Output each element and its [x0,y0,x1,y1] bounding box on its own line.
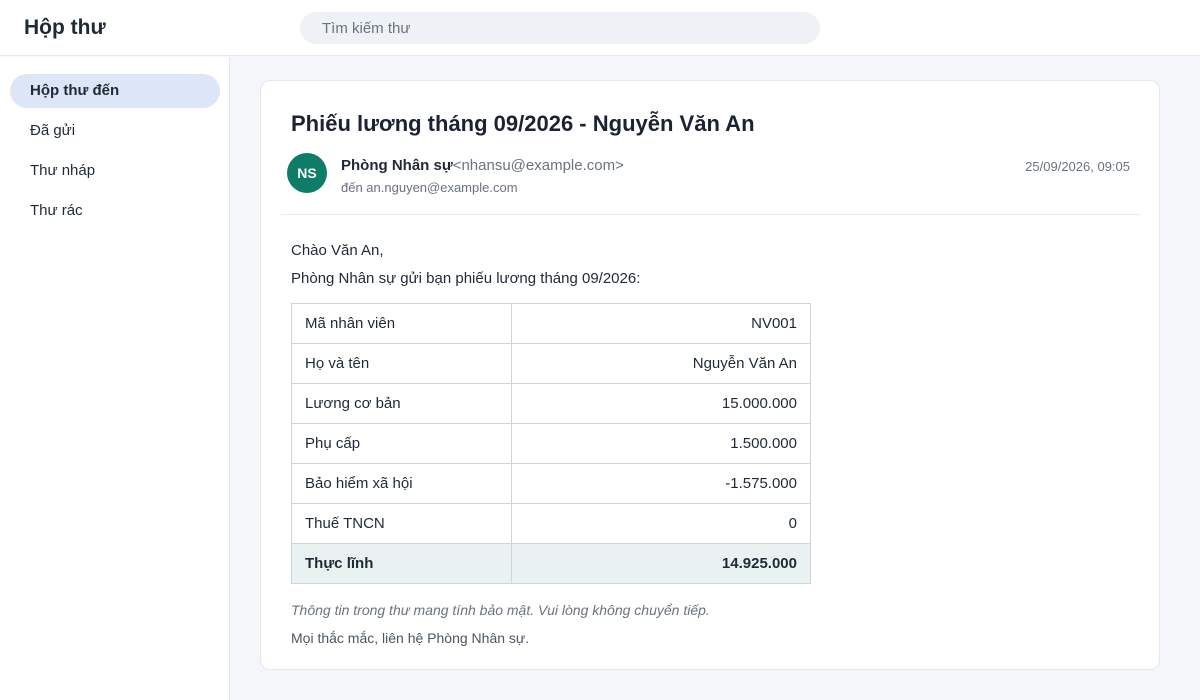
email-greeting: Chào Văn An, [291,242,384,259]
top-bar: Hộp thư [0,0,1200,56]
sender-email: <nhansu@example.com> [452,157,624,174]
table-row: Phụ cấp 1.500.000 [291,423,811,464]
sender-name[interactable]: Phòng Nhân sự [341,157,453,174]
sidebar-item-spam[interactable]: Thư rác [10,194,220,228]
email-date: 25/09/2026, 09:05 [1025,159,1130,174]
table-row: Bảo hiểm xã hội -1.575.000 [291,463,811,504]
search-input[interactable] [300,12,820,44]
payslip-value: -1.575.000 [511,463,811,504]
payslip-label: Mã nhân viên [291,303,512,344]
app-title: Hộp thư [24,16,106,39]
recipient-line: đến an.nguyen@example.com [341,180,518,195]
payslip-label: Thuế TNCN [291,503,512,544]
confidential-note: Thông tin trong thư mang tính bảo mật. V… [291,602,710,618]
table-row: Họ và tên Nguyễn Văn An [291,343,811,384]
payslip-label: Họ và tên [291,343,512,384]
payslip-value: 15.000.000 [511,383,811,424]
table-row: Mã nhân viên NV001 [291,303,811,344]
sidebar-item-drafts[interactable]: Thư nháp [10,154,220,188]
table-row: Lương cơ bản 15.000.000 [291,383,811,424]
payslip-value: 0 [511,503,811,544]
payslip-label: Lương cơ bản [291,383,512,424]
contact-line: Mọi thắc mắc, liên hệ Phòng Nhân sự. [291,630,530,646]
sidebar-item-inbox[interactable]: Hộp thư đến [10,74,220,108]
avatar: NS [287,153,327,193]
email-intro: Phòng Nhân sự gửi bạn phiếu lương tháng … [291,270,641,287]
payslip-total-label: Thực lĩnh [291,543,512,584]
table-row: Thuế TNCN 0 [291,503,811,544]
sidebar-item-sent[interactable]: Đã gửi [10,114,220,148]
header-divider [281,214,1141,215]
table-row-total: Thực lĩnh 14.925.000 [291,543,811,584]
payslip-total-value: 14.925.000 [511,543,811,584]
payslip-value: 1.500.000 [511,423,811,464]
email-card: Phiếu lương tháng 09/2026 - Nguyễn Văn A… [260,80,1160,670]
sidebar: Hộp thư đến Đã gửi Thư nháp Thư rác [0,57,230,700]
email-subject: Phiếu lương tháng 09/2026 - Nguyễn Văn A… [291,111,755,136]
sender-line: Phòng Nhân sự<nhansu@example.com> [341,157,624,174]
payslip-value: NV001 [511,303,811,344]
payslip-label: Phụ cấp [291,423,512,464]
payslip-table: Mã nhân viên NV001 Họ và tên Nguyễn Văn … [291,303,811,584]
payslip-label: Bảo hiểm xã hội [291,463,512,504]
payslip-value: Nguyễn Văn An [511,343,811,384]
